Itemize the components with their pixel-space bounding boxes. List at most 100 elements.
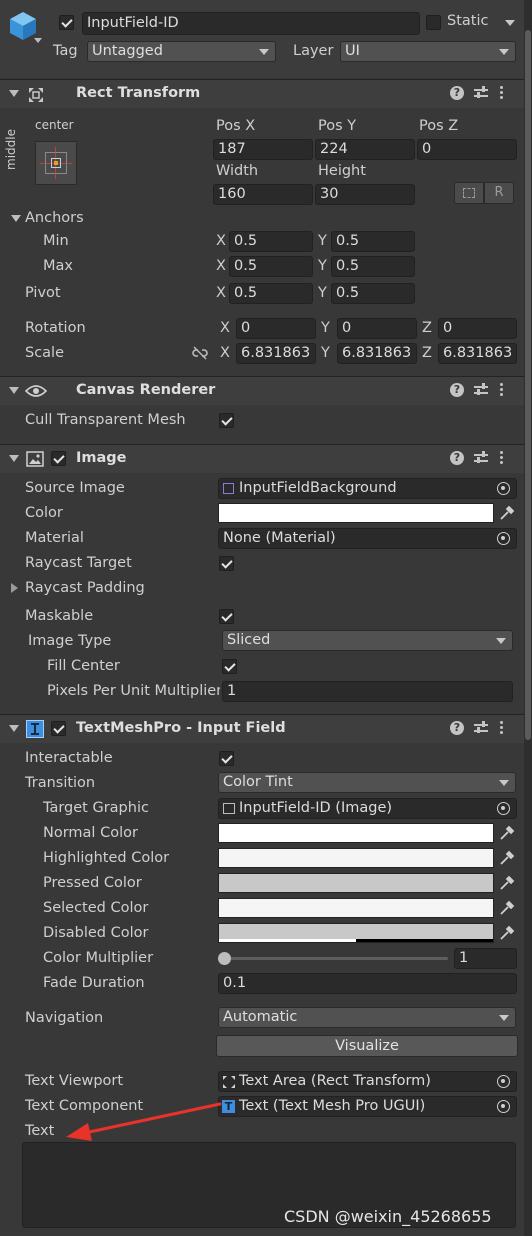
object-picker-icon[interactable]: [497, 1100, 510, 1113]
object-picker-icon[interactable]: [497, 532, 510, 545]
fill-center-checkbox[interactable]: [222, 659, 237, 674]
cull-transparent-mesh-checkbox[interactable]: [219, 413, 234, 428]
text-viewport-field[interactable]: Text Area (Rect Transform): [218, 1071, 517, 1092]
image-enabled-checkbox[interactable]: [51, 451, 66, 466]
active-checkbox[interactable]: [59, 15, 74, 30]
tag-dropdown[interactable]: Untagged: [87, 41, 276, 62]
icon-dropdown-caret[interactable]: [34, 38, 42, 43]
help-icon[interactable]: ?: [450, 451, 464, 465]
scale-y-field[interactable]: 6.831863: [337, 343, 417, 364]
width-field[interactable]: 160: [213, 184, 313, 205]
anchor-max-y-field[interactable]: 0.5: [331, 256, 415, 277]
maskable-checkbox[interactable]: [219, 609, 234, 624]
blueprint-mode-button[interactable]: [454, 182, 484, 204]
rotation-z-field[interactable]: 0: [438, 318, 517, 339]
slider-thumb[interactable]: [218, 952, 231, 965]
material-field[interactable]: None (Material): [218, 528, 517, 549]
eyedropper-icon[interactable]: [497, 823, 517, 843]
anchor-min-x-field[interactable]: 0.5: [229, 231, 313, 252]
image-header[interactable]: Image ?: [0, 444, 524, 473]
pivot-x-field[interactable]: 0.5: [229, 283, 313, 304]
height-label: Height: [318, 163, 366, 179]
kebab-menu-icon[interactable]: [500, 383, 504, 397]
fold-arrow-icon[interactable]: [9, 455, 19, 462]
fold-arrow-icon[interactable]: [9, 90, 19, 97]
anchor-min-y-field[interactable]: 0.5: [331, 231, 415, 252]
navigation-dropdown[interactable]: Automatic: [218, 1007, 516, 1028]
sprite-icon: [223, 483, 234, 494]
eyedropper-icon[interactable]: [497, 873, 517, 893]
color-multiplier-slider[interactable]: [218, 950, 450, 968]
pixels-per-unit-field[interactable]: 1: [222, 681, 513, 702]
input-field-header[interactable]: TextMeshPro - Input Field ?: [0, 714, 524, 743]
inspector-scrollbar[interactable]: [524, 0, 532, 1236]
normal-color-label: Normal Color: [43, 825, 138, 841]
rotation-y-field[interactable]: 0: [337, 318, 417, 339]
image-type-dropdown[interactable]: Sliced: [222, 630, 513, 651]
text-component-field[interactable]: T Text (Text Mesh Pro UGUI): [218, 1096, 517, 1117]
disabled-color-alpha-bar: [219, 939, 356, 942]
highlighted-color-swatch[interactable]: [218, 848, 494, 868]
raycast-padding-fold-arrow[interactable]: [11, 583, 18, 593]
eyedropper-icon[interactable]: [497, 848, 517, 868]
disabled-color-swatch[interactable]: [218, 923, 494, 943]
selected-color-swatch[interactable]: [218, 898, 494, 918]
rotation-x-field[interactable]: 0: [236, 318, 316, 339]
anchors-fold-arrow[interactable]: [11, 215, 21, 222]
kebab-menu-icon[interactable]: [500, 721, 504, 735]
input-field-enabled-checkbox[interactable]: [51, 721, 66, 736]
object-picker-icon[interactable]: [497, 1075, 510, 1088]
presets-icon[interactable]: [474, 721, 488, 735]
transition-dropdown[interactable]: Color Tint: [218, 772, 516, 793]
scrollbar-thumb[interactable]: [525, 30, 531, 740]
raw-edit-button[interactable]: R: [484, 182, 514, 204]
visualize-button[interactable]: Visualize: [216, 1035, 518, 1057]
anchor-max-x-field[interactable]: 0.5: [229, 256, 313, 277]
fade-duration-field[interactable]: 0.1: [218, 973, 517, 994]
help-icon[interactable]: ?: [450, 383, 464, 397]
presets-icon[interactable]: [474, 383, 488, 397]
eyedropper-icon[interactable]: [497, 503, 517, 523]
object-picker-icon[interactable]: [497, 802, 510, 815]
highlighted-color-label: Highlighted Color: [43, 850, 170, 866]
pos-y-label: Pos Y: [318, 118, 357, 134]
help-icon[interactable]: ?: [450, 86, 464, 100]
gameobject-name-field[interactable]: InputField-ID: [82, 12, 420, 35]
pos-z-field[interactable]: 0: [417, 139, 517, 160]
pressed-color-swatch[interactable]: [218, 873, 494, 893]
canvas-renderer-header[interactable]: Canvas Renderer ?: [0, 376, 524, 405]
normal-color-swatch[interactable]: [218, 823, 494, 843]
layer-dropdown[interactable]: UI: [340, 41, 516, 62]
source-image-field[interactable]: InputFieldBackground: [218, 478, 517, 499]
static-dropdown-caret[interactable]: [505, 20, 515, 26]
help-icon[interactable]: ?: [450, 721, 464, 735]
scale-x-field[interactable]: 6.831863: [236, 343, 316, 364]
constrain-proportions-icon[interactable]: [192, 346, 208, 360]
interactable-checkbox[interactable]: [219, 751, 234, 766]
target-graphic-field[interactable]: InputField-ID (Image): [218, 798, 517, 819]
scale-z-field[interactable]: 6.831863: [438, 343, 517, 364]
eyedropper-icon[interactable]: [497, 923, 517, 943]
raycast-target-checkbox[interactable]: [219, 556, 234, 571]
tmp-input-field-icon: [26, 720, 44, 738]
rotation-z-label: Z: [422, 320, 432, 336]
presets-icon[interactable]: [474, 86, 488, 100]
fold-arrow-icon[interactable]: [9, 725, 19, 732]
static-checkbox[interactable]: [426, 15, 441, 30]
object-picker-icon[interactable]: [497, 482, 510, 495]
layer-value: UI: [345, 43, 360, 59]
pivot-y-field[interactable]: 0.5: [331, 283, 415, 304]
kebab-menu-icon[interactable]: [500, 451, 504, 465]
pos-x-field[interactable]: 187: [213, 139, 313, 160]
fold-arrow-icon[interactable]: [9, 387, 19, 394]
anchor-preset-button[interactable]: [35, 141, 77, 185]
rect-transform-header[interactable]: Rect Transform ?: [0, 79, 524, 108]
color-swatch[interactable]: [218, 503, 494, 523]
color-multiplier-field[interactable]: 1: [454, 948, 517, 969]
kebab-menu-icon[interactable]: [500, 86, 504, 100]
eyedropper-icon[interactable]: [497, 898, 517, 918]
pos-y-field[interactable]: 224: [315, 139, 415, 160]
height-field[interactable]: 30: [315, 184, 415, 205]
raycast-padding-label: Raycast Padding: [25, 580, 145, 596]
presets-icon[interactable]: [474, 451, 488, 465]
